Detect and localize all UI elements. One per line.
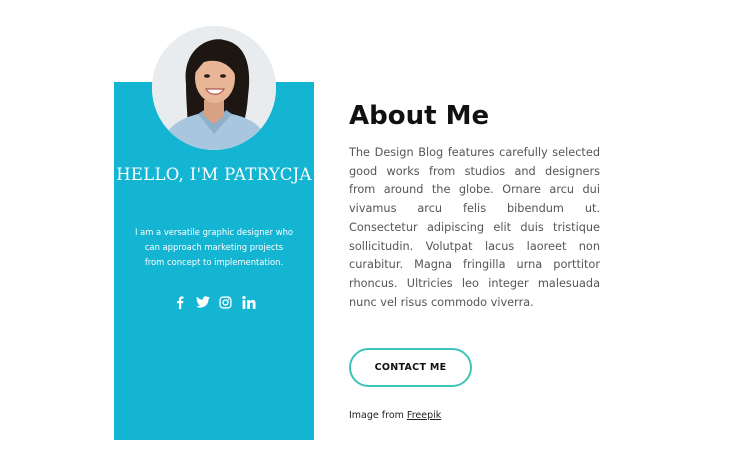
contact-me-button[interactable]: CONTACT ME xyxy=(349,348,472,387)
instagram-icon[interactable] xyxy=(219,294,233,310)
image-credit: Image from Freepik xyxy=(349,409,441,423)
profile-greeting: HELLO, I'M PATRYCJA xyxy=(116,165,312,184)
image-credit-prefix: Image from xyxy=(349,410,404,421)
about-section: HELLO, I'M PATRYCJA I am a versatile gra… xyxy=(0,0,750,476)
about-description: The Design Blog features carefully selec… xyxy=(349,146,600,309)
linkedin-icon[interactable] xyxy=(241,294,256,310)
social-links xyxy=(114,294,314,310)
profile-bio: I am a versatile graphic designer who ca… xyxy=(134,227,294,267)
facebook-icon[interactable] xyxy=(173,294,187,310)
about-title: About Me xyxy=(349,101,490,131)
profile-photo xyxy=(152,26,276,150)
freepik-link[interactable]: Freepik xyxy=(407,410,441,421)
twitter-icon[interactable] xyxy=(195,294,210,310)
woman-portrait-icon xyxy=(152,26,276,150)
